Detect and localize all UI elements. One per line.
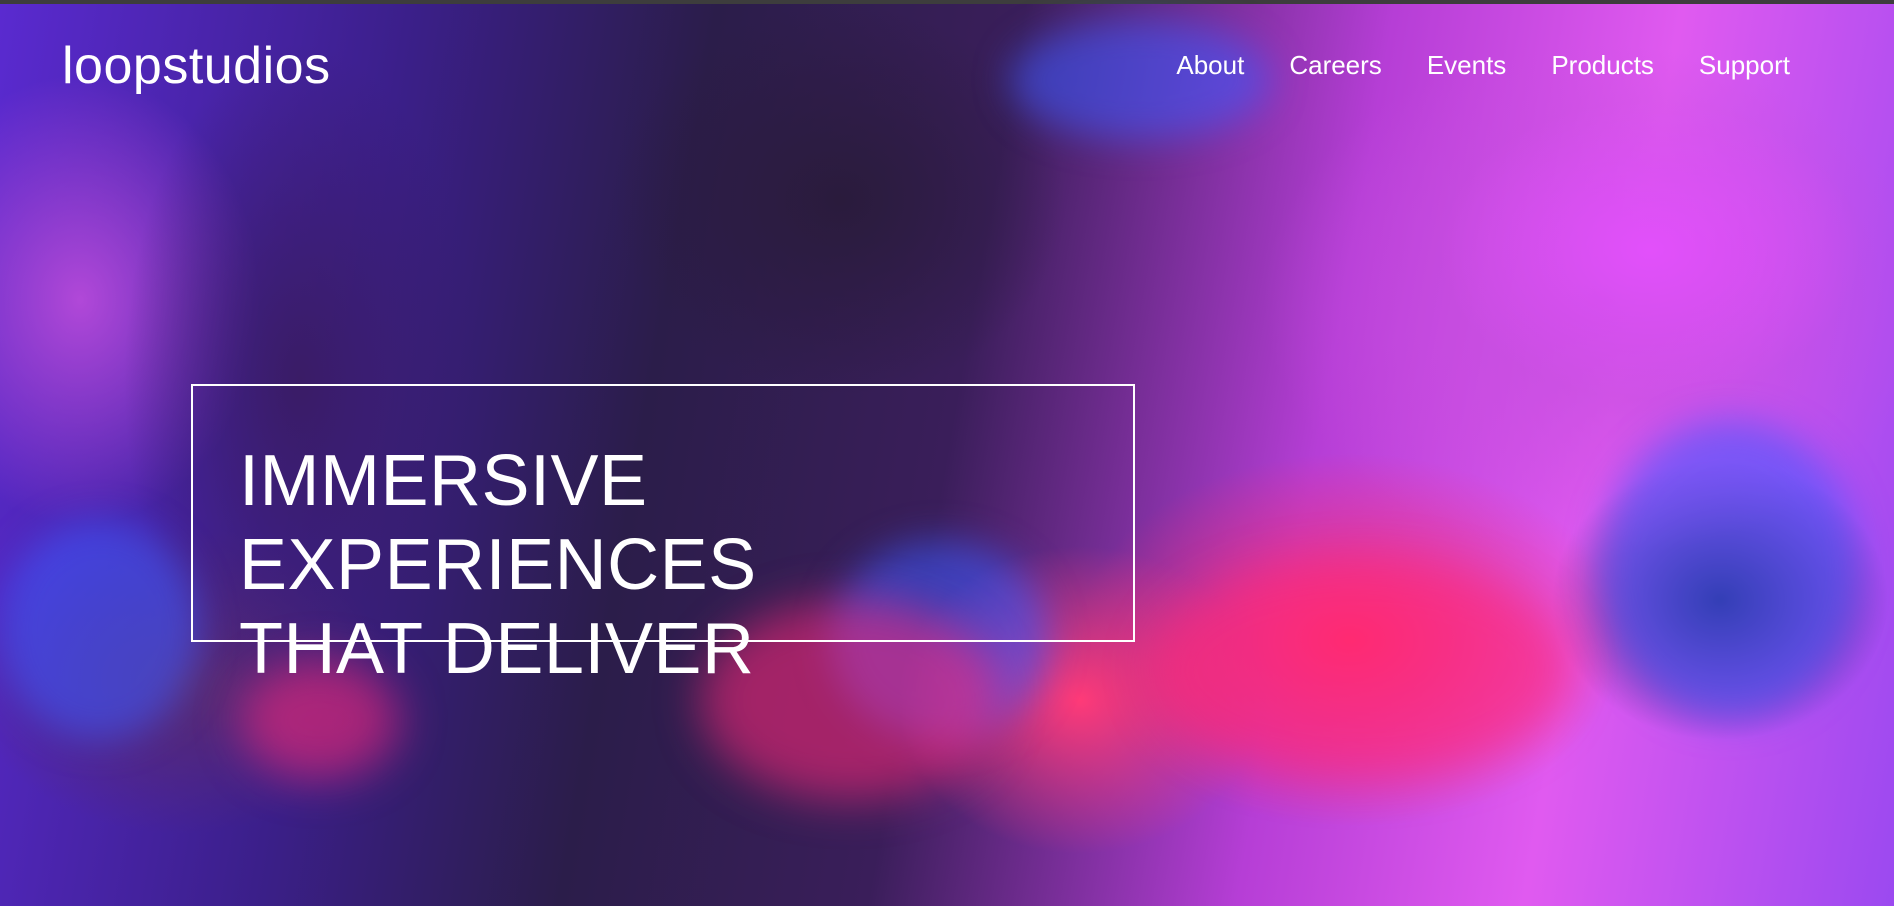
nav-link-support[interactable]: Support (1699, 52, 1790, 78)
logo[interactable]: loopstudios (62, 40, 331, 92)
main-nav: About Careers Events Products Support (1176, 52, 1790, 78)
nav-link-careers[interactable]: Careers (1289, 52, 1381, 78)
hero-headline-line-1: IMMERSIVE EXPERIENCES (239, 441, 757, 605)
headline-box: IMMERSIVE EXPERIENCES THAT DELIVER (191, 384, 1135, 689)
hero-headline: IMMERSIVE EXPERIENCES THAT DELIVER (239, 439, 1133, 691)
nav-link-about[interactable]: About (1176, 52, 1244, 78)
nav-link-events[interactable]: Events (1427, 52, 1507, 78)
hero-section: loopstudios About Careers Events Product… (0, 0, 1894, 906)
nav-link-products[interactable]: Products (1551, 52, 1654, 78)
top-border (0, 0, 1894, 4)
hero-headline-line-2: THAT DELIVER (239, 609, 755, 689)
